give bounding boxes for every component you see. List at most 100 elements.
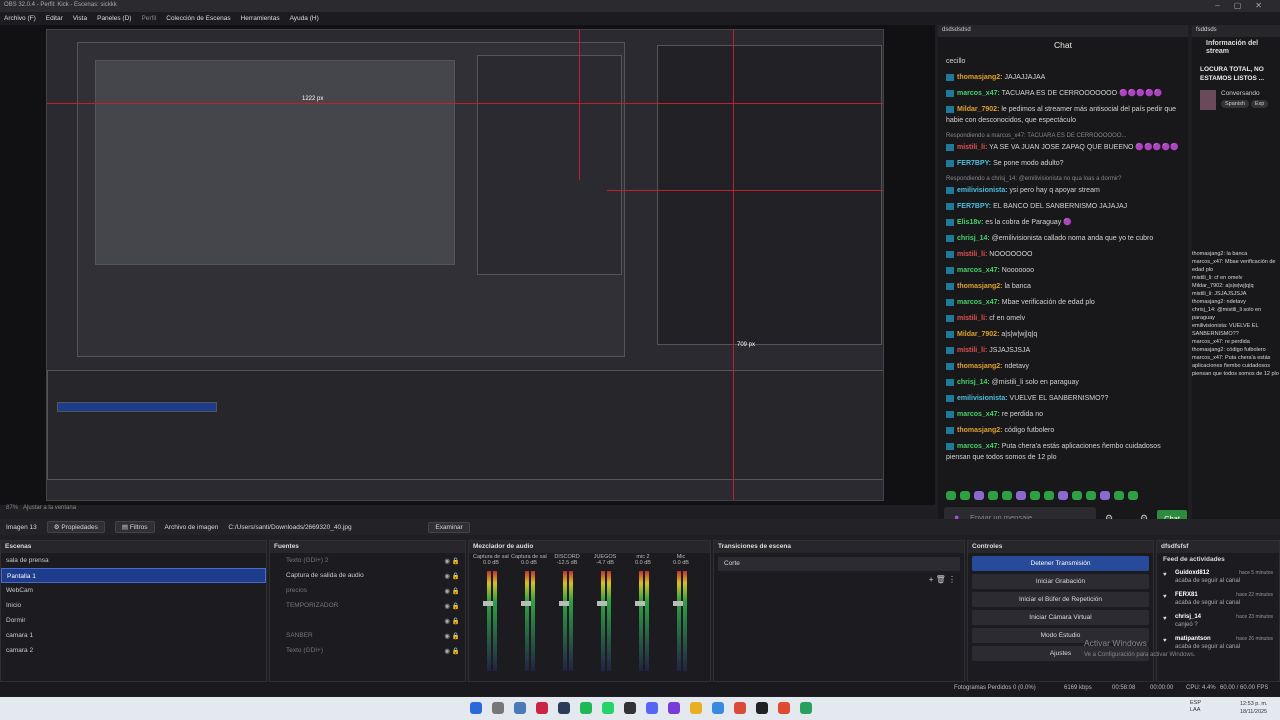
edge-icon[interactable] <box>712 702 724 714</box>
emote-icon[interactable] <box>1114 491 1124 500</box>
control-button[interactable]: Iniciar el Búfer de Repetición <box>972 592 1149 607</box>
emote-icon[interactable] <box>960 491 970 500</box>
chat-username[interactable]: mistili_li: <box>957 347 987 354</box>
scene-item[interactable]: Pantalla 1 <box>1 568 266 583</box>
chat-username[interactable]: mistili_li: <box>957 144 987 151</box>
scene-item[interactable]: sala de prensa <box>1 553 266 568</box>
spotify-icon[interactable] <box>580 702 592 714</box>
app-icon[interactable] <box>668 702 680 714</box>
scene-item[interactable]: Inicio <box>1 598 266 613</box>
volume-fader[interactable] <box>521 601 531 606</box>
scene-item[interactable]: camara 1 <box>1 628 266 643</box>
emote-icon[interactable] <box>988 491 998 500</box>
chat-username[interactable]: marcos_x47: <box>957 443 1000 450</box>
menu-editar[interactable]: Editar <box>46 15 63 22</box>
chat-username[interactable]: emilivisionista: <box>957 395 1008 402</box>
volume-fader[interactable] <box>559 601 569 606</box>
obs-icon[interactable] <box>756 702 768 714</box>
control-button[interactable]: Iniciar Grabación <box>972 574 1149 589</box>
visibility-lock-icon[interactable]: ◉ 🔒 <box>444 647 460 655</box>
chat-username[interactable]: marcos_x47: <box>957 299 1000 306</box>
menu-herramientas[interactable]: Herramientas <box>241 15 280 22</box>
chat-username[interactable]: emilivisionista: <box>957 187 1008 194</box>
source-item[interactable]: SANBER ◉ 🔒 <box>270 628 465 643</box>
add-transition-icon[interactable]: + 🗑 ⋮ <box>929 575 956 584</box>
visibility-lock-icon[interactable]: ◉ 🔒 <box>444 557 460 565</box>
source-item[interactable]: Texto (GDI+) ◉ 🔒 <box>270 643 465 658</box>
volume-fader[interactable] <box>597 601 607 606</box>
chat-username[interactable]: Elis18v: <box>957 219 983 226</box>
source-item[interactable]: Captura de salida de audio ◉ 🔒 <box>270 568 465 583</box>
emote-icon[interactable] <box>1072 491 1082 500</box>
visibility-lock-icon[interactable]: ◉ 🔒 <box>444 632 460 640</box>
steam-icon[interactable] <box>558 702 570 714</box>
emote-icon[interactable] <box>1030 491 1040 500</box>
chat-username[interactable]: thomasjang2: <box>957 363 1003 370</box>
windows-start-icon[interactable] <box>470 702 482 714</box>
visibility-lock-icon[interactable]: ◉ 🔒 <box>444 572 460 580</box>
properties-button[interactable]: ⚙ Propiedades <box>46 521 105 533</box>
chat-username[interactable]: marcos_x47: <box>957 90 1000 97</box>
source-item[interactable]: Texto (GDI+) 2 ◉ 🔒 <box>270 553 465 568</box>
clock[interactable]: 12:53 p. m. 18/11/2025 <box>1240 700 1268 716</box>
emote-icon[interactable] <box>1058 491 1068 500</box>
menu-archivo[interactable]: Archivo (F) <box>4 15 36 22</box>
fit-window[interactable]: Ajustar a la ventana <box>23 505 76 511</box>
visibility-lock-icon[interactable]: ◉ 🔒 <box>444 602 460 610</box>
chat-username[interactable]: chrisj_14: <box>957 235 990 242</box>
source-item[interactable]: ◉ 🔒 <box>270 613 465 628</box>
chat-username[interactable]: FER7BPY: <box>957 160 991 167</box>
chat-messages[interactable]: cecillo thomasjang2: JAJAJJAJAA marcos_x47… <box>946 56 1184 486</box>
zoom-level[interactable]: 87% <box>6 505 18 511</box>
emote-icon[interactable] <box>1086 491 1096 500</box>
source-item[interactable]: TEMPORIZADOR ◉ 🔒 <box>270 598 465 613</box>
taskview-icon[interactable] <box>514 702 526 714</box>
window-controls[interactable]: –▢✕ <box>1215 1 1276 10</box>
chat-username[interactable]: thomasjang2: <box>957 427 1003 434</box>
language[interactable]: ESP LAA <box>1190 700 1210 714</box>
menu-paneles[interactable]: Paneles (D) <box>97 15 131 22</box>
chat-username[interactable]: mistili_li: <box>957 315 987 322</box>
app-icon[interactable] <box>800 702 812 714</box>
chat-username[interactable]: FER7BPY: <box>957 203 991 210</box>
emote-icon[interactable] <box>1016 491 1026 500</box>
app-icon[interactable] <box>734 702 746 714</box>
volume-fader[interactable] <box>483 601 493 606</box>
chat-username[interactable]: Mildar_7902: <box>957 106 999 113</box>
scene-item[interactable]: WebCam <box>1 583 266 598</box>
folder-icon[interactable] <box>690 702 702 714</box>
emote-icon[interactable] <box>946 491 956 500</box>
chat-username[interactable]: chrisj_14: <box>957 379 990 386</box>
emote-icon[interactable] <box>974 491 984 500</box>
opera-icon[interactable] <box>536 702 548 714</box>
emote-bar[interactable] <box>946 491 1138 500</box>
source-list[interactable]: Texto (GDI+) 2 ◉ 🔒 Captura de salida de au… <box>270 553 465 658</box>
discord-icon[interactable] <box>646 702 658 714</box>
filters-button[interactable]: ▤ Filtros <box>114 521 155 533</box>
visibility-lock-icon[interactable]: ◉ 🔒 <box>444 617 460 625</box>
preview-canvas[interactable]: 1222 px 709 px <box>46 29 884 501</box>
chrome-icon[interactable] <box>778 702 790 714</box>
browse-button[interactable]: Examinar <box>428 521 470 533</box>
emote-icon[interactable] <box>1100 491 1110 500</box>
volume-fader[interactable] <box>635 601 645 606</box>
chat-username[interactable]: Mildar_7902: <box>957 331 999 338</box>
control-button[interactable]: Detener Transmisión <box>972 556 1149 571</box>
whatsapp-icon[interactable] <box>602 702 614 714</box>
menu-coleccion[interactable]: Colección de Escenas <box>166 15 230 22</box>
search-icon[interactable] <box>492 702 504 714</box>
scene-item[interactable]: Dormir <box>1 613 266 628</box>
visibility-lock-icon[interactable]: ◉ 🔒 <box>444 587 460 595</box>
volume-fader[interactable] <box>673 601 683 606</box>
chat-username[interactable]: marcos_x47: <box>957 411 1000 418</box>
scene-item[interactable]: camara 2 <box>1 643 266 658</box>
chat-username[interactable]: thomasjang2: <box>957 74 1003 81</box>
terminal-icon[interactable] <box>624 702 636 714</box>
chat-username[interactable]: thomasjang2: <box>957 283 1003 290</box>
emote-icon[interactable] <box>1044 491 1054 500</box>
menu-vista[interactable]: Vista <box>73 15 87 22</box>
menu-ayuda[interactable]: Ayuda (H) <box>290 15 319 22</box>
transition-select[interactable]: Corte <box>718 557 960 571</box>
chat-username[interactable]: mistili_li: <box>957 251 987 258</box>
control-button[interactable]: Iniciar Cámara Virtual <box>972 610 1149 625</box>
